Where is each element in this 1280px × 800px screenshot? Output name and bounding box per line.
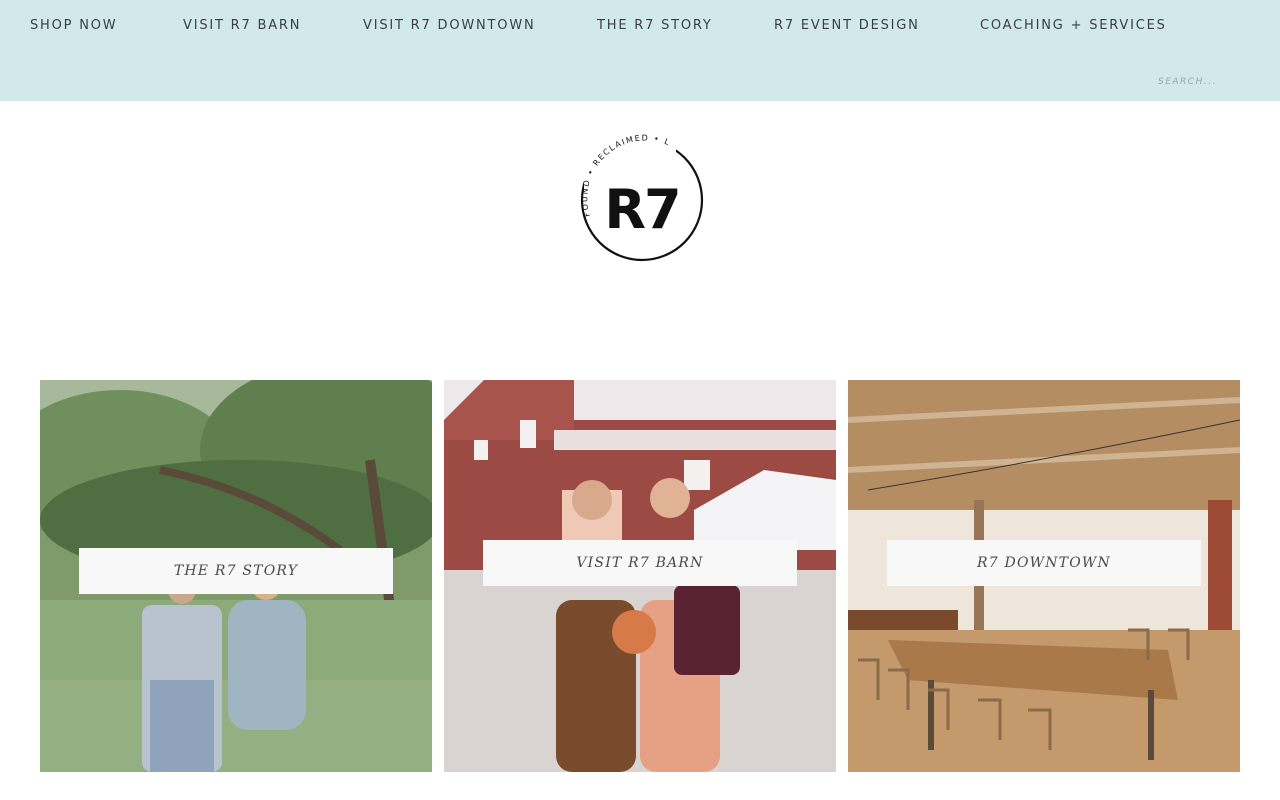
logo-mark: FOUND • RECLAIMED • LOVED R7 [566,121,704,262]
nav-r7-event-design[interactable]: R7 EVENT DESIGN [774,18,920,33]
logo-monogram: R7 [604,178,679,241]
search-input[interactable] [1158,74,1268,90]
tile-r7-downtown[interactable]: R7 DOWNTOWN [848,380,1240,772]
tile-label: R7 DOWNTOWN [887,540,1201,586]
main-nav: SHOP NOW VISIT R7 BARN VISIT R7 DOWNTOWN… [0,0,1280,52]
nav-coaching-services[interactable]: COACHING + SERVICES [980,18,1167,33]
tile-label: THE R7 STORY [79,548,393,594]
tile-the-r7-story[interactable]: THE R7 STORY [40,380,432,772]
nav-visit-r7-downtown[interactable]: VISIT R7 DOWNTOWN [363,18,536,33]
top-bar: SHOP NOW VISIT R7 BARN VISIT R7 DOWNTOWN… [0,0,1280,101]
tile-label: VISIT R7 BARN [483,540,797,586]
nav-shop-now[interactable]: SHOP NOW [30,18,117,33]
nav-visit-r7-barn[interactable]: VISIT R7 BARN [183,18,301,33]
nav-the-r7-story[interactable]: THE R7 STORY [597,18,713,33]
tile-visit-r7-barn[interactable]: VISIT R7 BARN [444,380,836,772]
r7-logo[interactable]: FOUND • RECLAIMED • LOVED R7 [566,121,710,268]
